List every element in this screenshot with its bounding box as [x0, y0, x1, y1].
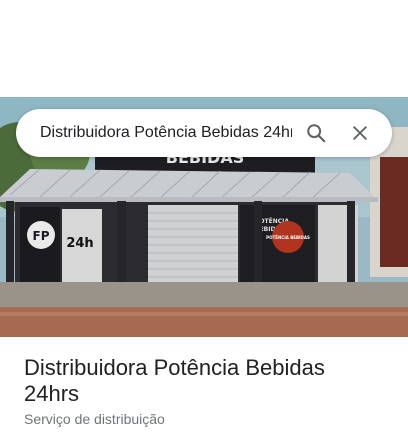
search-icon: [307, 124, 326, 143]
search-input[interactable]: [16, 109, 296, 157]
place-category: Serviço de distribuição: [24, 411, 165, 427]
search-bar: [16, 109, 392, 157]
close-button[interactable]: [340, 113, 380, 153]
close-icon: [353, 126, 367, 140]
search-button[interactable]: [296, 113, 336, 153]
place-page: BEBIDAS FP 24h POTÊNCIA BEBIDAS POTÊNCIA…: [0, 0, 408, 434]
door-sign-text: 24h: [66, 236, 93, 251]
place-title: Distribuidora Potência Bebidas 24hrs: [24, 355, 325, 406]
logo-text: FP: [33, 229, 50, 243]
badge-text: POTÊNCIA BEBIDAS: [266, 235, 310, 240]
